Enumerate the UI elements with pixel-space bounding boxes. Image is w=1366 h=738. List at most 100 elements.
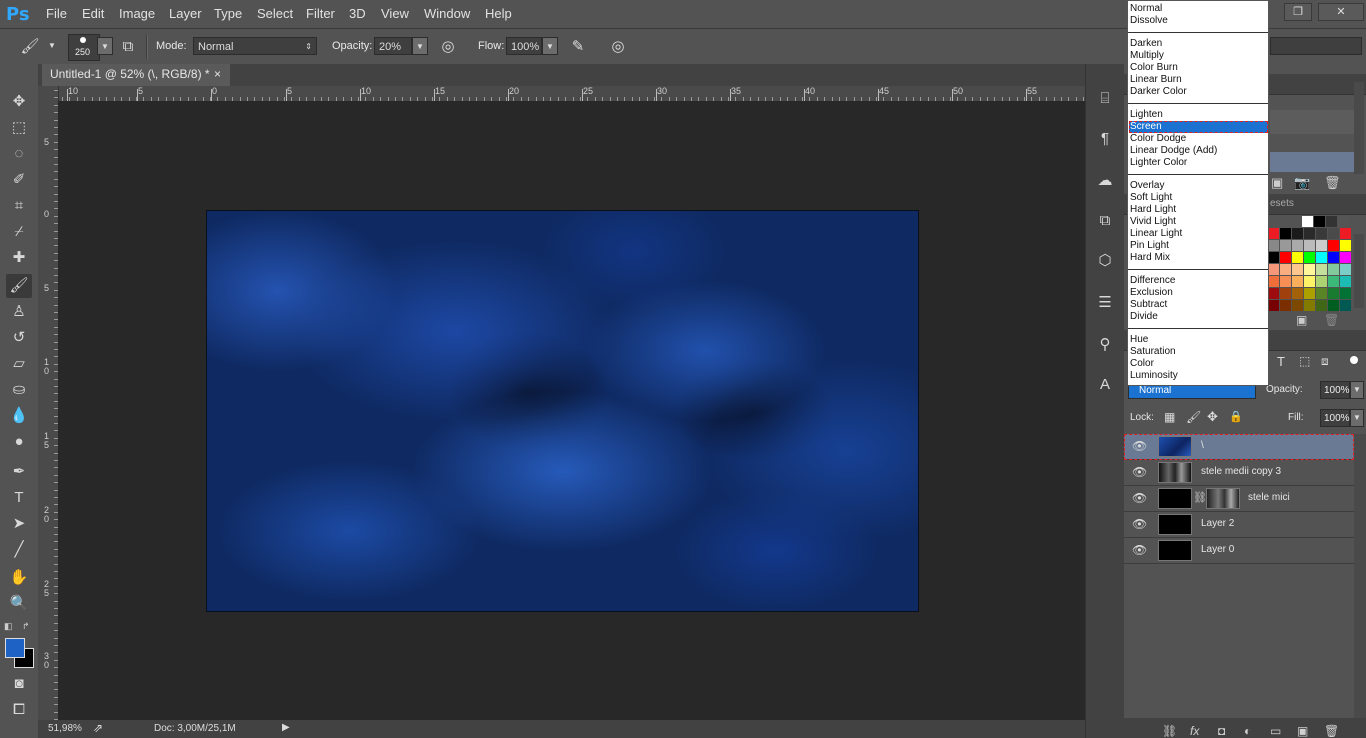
menu-file[interactable]: File xyxy=(46,6,67,21)
color-swatch[interactable] xyxy=(1328,276,1339,287)
blur-tool-icon[interactable]: 💧 xyxy=(6,404,32,428)
blend-mode-option-color-dodge[interactable]: Color Dodge xyxy=(1130,133,1186,145)
type-filter-icon[interactable]: T xyxy=(1277,354,1285,369)
brush-size-picker[interactable]: 250 xyxy=(68,34,100,61)
menu-edit[interactable]: Edit xyxy=(82,6,104,21)
color-swatch[interactable] xyxy=(1304,288,1315,299)
brush-presets-icon[interactable]: ⧉ xyxy=(1094,210,1116,232)
color-swatch[interactable] xyxy=(1268,240,1279,251)
camera-icon[interactable]: 📷 xyxy=(1294,175,1310,191)
color-swatch[interactable] xyxy=(1304,276,1315,287)
eraser-tool-icon[interactable]: ▱ xyxy=(6,352,32,376)
blend-mode-option-linear-burn[interactable]: Linear Burn xyxy=(1130,74,1182,86)
swatches-grid[interactable] xyxy=(1268,216,1354,311)
blend-mode-option-divide[interactable]: Divide xyxy=(1130,311,1158,323)
type-tool-icon[interactable]: T xyxy=(6,486,32,510)
move-tool-icon[interactable]: ✥ xyxy=(6,90,32,114)
lock-pixels-icon[interactable]: 🖌 xyxy=(1186,410,1201,424)
delete-swatch-icon[interactable]: 🗑 xyxy=(1324,313,1339,327)
color-swatch[interactable] xyxy=(1328,252,1339,263)
adjustments-panel-icon[interactable]: ☰ xyxy=(1094,292,1116,314)
color-swatch[interactable] xyxy=(1340,300,1351,311)
color-swatch[interactable] xyxy=(1280,228,1291,239)
zoom-tool-icon[interactable]: 🔍 xyxy=(6,592,32,616)
adjustment-layer-icon[interactable]: ◐ xyxy=(1244,724,1251,738)
paragraph-panel-icon[interactable]: ¶ xyxy=(1094,128,1116,150)
color-swatch[interactable] xyxy=(1304,264,1315,275)
brush-panel-toggle-icon[interactable]: ⧉ xyxy=(118,37,138,57)
color-swatch[interactable] xyxy=(1292,264,1303,275)
horizontal-ruler[interactable]: 10 5 0 5 10 15 20 25 30 35 40 45 50 55 xyxy=(58,86,1085,102)
crop-tool-icon[interactable]: ⌗ xyxy=(6,194,32,218)
color-swatch[interactable] xyxy=(1280,264,1291,275)
healing-brush-tool-icon[interactable]: ✚ xyxy=(6,246,32,270)
restore-button[interactable]: ❐ xyxy=(1284,3,1312,21)
color-swatch[interactable] xyxy=(1326,216,1337,227)
layer-name[interactable]: Layer 2 xyxy=(1201,518,1234,529)
color-swatch[interactable] xyxy=(1328,288,1339,299)
new-layer-icon[interactable]: ▣ xyxy=(1297,724,1308,738)
smart-object-filter-icon[interactable]: ⧈ xyxy=(1321,354,1329,369)
menu-help[interactable]: Help xyxy=(485,6,512,21)
status-menu-arrow-icon[interactable]: ▶ xyxy=(282,722,290,733)
color-swatch[interactable] xyxy=(1280,288,1291,299)
blend-mode-option-color-burn[interactable]: Color Burn xyxy=(1130,62,1178,74)
color-swatch[interactable] xyxy=(1280,240,1291,251)
blend-mode-dropdown-menu[interactable]: Normal Dissolve Darken Multiply Color Burn Li… xyxy=(1127,0,1269,386)
menu-type[interactable]: Type xyxy=(214,6,242,21)
menu-filter[interactable]: Filter xyxy=(306,6,335,21)
default-colors-icon[interactable]: ◧ xyxy=(4,621,16,631)
trash-icon[interactable]: 🗑 xyxy=(1324,175,1341,191)
color-swatch[interactable] xyxy=(1316,228,1327,239)
quick-mask-icon[interactable]: ◙ xyxy=(6,672,32,696)
pressure-opacity-icon[interactable]: ◎ xyxy=(438,37,458,57)
color-swatch[interactable] xyxy=(1340,228,1351,239)
delete-layer-icon[interactable]: 🗑 xyxy=(1324,724,1339,738)
history-panel-icon[interactable]: ⌸ xyxy=(1094,88,1116,110)
new-document-icon[interactable]: ▣ xyxy=(1271,175,1283,191)
document-tab[interactable]: Untitled-1 @ 52% (\, RGB/8) * × xyxy=(42,64,230,86)
brush-tool-icon[interactable]: 🖌 xyxy=(6,274,32,298)
shape-filter-icon[interactable]: ⬚ xyxy=(1299,354,1310,368)
zoom-level[interactable]: 51,98% xyxy=(48,723,82,734)
history-brush-tool-icon[interactable]: ↺ xyxy=(6,326,32,350)
character-panel-icon[interactable]: A xyxy=(1094,374,1116,396)
color-swatch[interactable] xyxy=(1328,300,1339,311)
tool-presets-icon[interactable]: ⚲ xyxy=(1094,334,1116,356)
vertical-ruler[interactable]: 5 0 5 1 0 1 5 2 0 2 5 3 0 xyxy=(38,86,59,720)
layer-row[interactable]: 👁 \ xyxy=(1124,434,1354,460)
lock-all-icon[interactable]: 🔒 xyxy=(1229,410,1243,423)
color-swatch[interactable] xyxy=(1316,252,1327,263)
layer-row[interactable]: 👁 Layer 2 xyxy=(1124,512,1354,538)
quick-selection-tool-icon[interactable]: ✐ xyxy=(6,168,32,192)
layer-row[interactable]: 👁 Layer 0 xyxy=(1124,538,1354,564)
dodge-tool-icon[interactable]: ● xyxy=(6,430,32,454)
paint-bucket-tool-icon[interactable]: ⛀ xyxy=(6,378,32,402)
opacity-dropdown[interactable]: ▼ xyxy=(412,37,428,55)
blend-mode-option-normal[interactable]: Normal xyxy=(1130,3,1162,15)
visibility-eye-icon[interactable]: 👁 xyxy=(1132,465,1147,479)
color-swatch[interactable] xyxy=(1304,252,1315,263)
mask-link-icon[interactable]: ⛓ xyxy=(1193,491,1207,504)
blend-mode-option-hue[interactable]: Hue xyxy=(1130,334,1148,346)
color-swatch[interactable] xyxy=(1280,300,1291,311)
swatches-scrollbar[interactable] xyxy=(1354,234,1364,308)
layer-mask-thumbnail[interactable] xyxy=(1206,488,1240,509)
mode-select[interactable]: Normal ⇕ xyxy=(193,37,317,55)
blend-mode-option-subtract[interactable]: Subtract xyxy=(1130,299,1167,311)
layer-style-icon[interactable]: fx xyxy=(1190,724,1199,738)
pen-tool-icon[interactable]: ✒ xyxy=(6,460,32,484)
color-swatch[interactable] xyxy=(1268,300,1279,311)
blend-mode-option-lighten[interactable]: Lighten xyxy=(1130,109,1163,121)
blend-mode-option-soft-light[interactable]: Soft Light xyxy=(1130,192,1172,204)
color-swatch[interactable] xyxy=(1292,228,1303,239)
color-swatch[interactable] xyxy=(1340,252,1351,263)
panel-row-selected[interactable] xyxy=(1270,152,1354,172)
blend-mode-option-multiply[interactable]: Multiply xyxy=(1130,50,1164,62)
blend-mode-option-exclusion[interactable]: Exclusion xyxy=(1130,287,1173,299)
color-swatch[interactable] xyxy=(1304,228,1315,239)
color-swatch[interactable] xyxy=(1268,252,1279,263)
blend-mode-option-pin-light[interactable]: Pin Light xyxy=(1130,240,1169,252)
lock-position-icon[interactable]: ✥ xyxy=(1207,409,1218,425)
menu-image[interactable]: Image xyxy=(119,6,155,21)
